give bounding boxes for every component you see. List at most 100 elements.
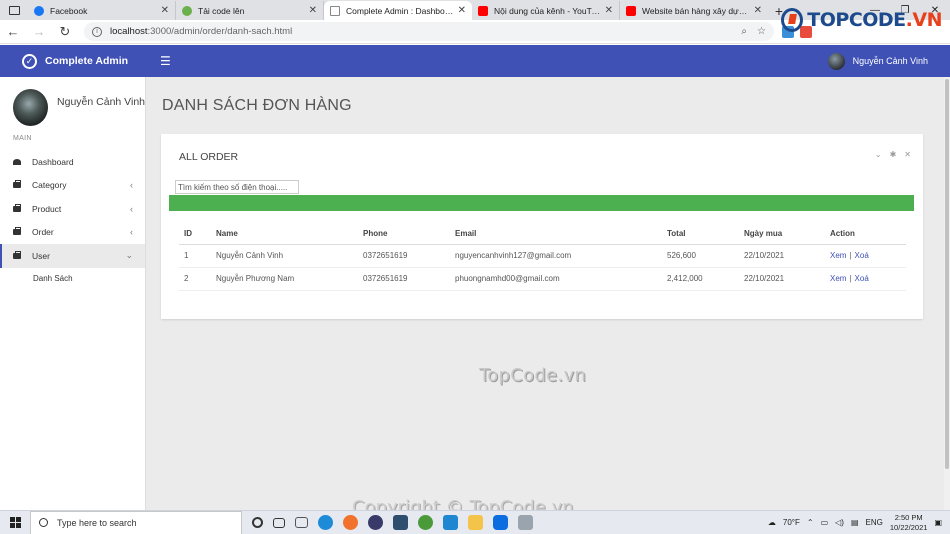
app-icon[interactable] [393,515,408,530]
view-link[interactable]: Xem [830,274,846,283]
vertical-scrollbar[interactable] [944,77,950,510]
sidebar-item-dashboard[interactable]: Dashboard [0,150,145,174]
view-link[interactable]: Xem [830,251,846,260]
site-icon [182,5,192,16]
avatar [827,52,845,70]
clock-time: 2:50 PM [894,512,923,522]
close-icon[interactable]: ✕ [904,150,911,159]
sidebar-subitem-danh-sach[interactable]: Danh Sách [0,268,145,290]
cell-total: 2,412,000 [662,267,739,291]
system-tray: ☁ 70°F ⌃ ▭ ◁) ▤ ENG 2:50 PM 10/22/2021 ▣ [768,513,950,533]
zoom-icon[interactable]: ⌕ [741,26,747,37]
brand[interactable]: ✓ Complete Admin [0,53,145,69]
column-header: Total [662,223,739,245]
tab-title: Tải code lên [198,5,245,16]
menu-toggle-icon[interactable]: ☰ [160,54,171,68]
app-icon[interactable] [368,515,383,530]
sidebar-item-product[interactable]: Product ‹ [0,197,145,221]
chevron-left-icon: ‹ [130,180,133,191]
cell-total: 526,600 [662,244,739,268]
phone-search-input[interactable] [175,180,299,194]
delete-link[interactable]: Xoá [855,251,869,260]
windows-icon [9,517,21,528]
column-header: ID [179,223,211,245]
taskbar-search[interactable]: Type here to search [30,510,242,534]
watermark-text: TopCode.vn [479,365,587,386]
cell-phone: 0372651619 [358,244,450,268]
info-icon[interactable]: i [92,26,102,37]
network-icon[interactable]: ▭ [821,518,829,527]
profile-name: Nguyễn Cảnh Vinh [57,96,145,108]
bookmark-icon[interactable]: ☆ [757,26,766,37]
clock[interactable]: 2:50 PM 10/22/2021 [890,513,928,533]
cell-phone: 0372651619 [358,267,450,291]
app-icon[interactable] [418,515,433,530]
volume-icon[interactable]: ◁) [835,518,844,527]
close-icon[interactable]: ✕ [309,5,317,16]
app-icon[interactable] [295,517,308,528]
topcode-logo-icon [781,8,804,32]
scrollbar-thumb[interactable] [945,79,949,469]
tab-title: Website bán hàng xây dựng bằn [642,5,750,16]
widgets-icon[interactable] [273,517,285,528]
browser-tab-active[interactable]: Complete Admin : Dashboard ✕ [324,1,472,20]
close-icon[interactable]: ✕ [754,5,762,16]
column-header: Action [825,223,906,245]
browser-tab[interactable]: Website bán hàng xây dựng bằn ✕ [620,1,768,20]
edge-icon[interactable] [318,515,333,530]
cell-date: 22/10/2021 [739,244,825,268]
weather-icon[interactable]: ☁ [768,518,776,527]
forward-icon[interactable]: → [26,20,52,44]
cell-email: phuongnamhd00@gmail.com [450,267,662,291]
browser-tab[interactable]: Facebook ✕ [28,1,176,20]
close-icon[interactable]: ✕ [458,5,466,16]
reload-icon[interactable]: ↻ [52,20,78,44]
app-icon[interactable] [343,515,358,530]
back-icon[interactable]: ← [0,20,26,44]
table-row: 2 Nguyễn Phương Nam 0372651619 phuongnam… [179,267,906,291]
cell-id: 2 [179,267,211,291]
language-indicator[interactable]: ENG [866,518,883,527]
page-title: DANH SÁCH ĐƠN HÀNG [162,97,352,114]
app-header: ✓ Complete Admin ☰ Nguyễn Cảnh Vinh [0,45,950,77]
briefcase-icon [13,227,21,236]
task-view-icon[interactable] [252,517,263,528]
notifications-icon[interactable]: ▣ [934,518,942,527]
sidebar-item-category[interactable]: Category ‹ [0,174,145,198]
browser-tab[interactable]: Tải code lên ✕ [176,1,324,20]
close-icon[interactable]: ✕ [605,5,613,16]
vscode-icon[interactable] [443,515,458,530]
notification-center-icon[interactable]: ▤ [851,518,859,527]
taskbar-apps [252,515,533,530]
youtube-icon [626,5,636,16]
cell-email: nguyencanhvinh127@gmail.com [450,244,662,268]
zalo-icon[interactable] [493,515,508,530]
card-title: ALL ORDER [179,151,239,163]
weather-temp[interactable]: 70°F [783,518,800,527]
sidebar-item-label: Order [32,227,54,238]
main-content: DANH SÁCH ĐƠN HÀNG ALL ORDER ⌄ ✱ ✕ ID Na… [146,77,950,518]
avatar [13,89,49,126]
url-field[interactable]: i localhost:3000/admin/order/danh-sach.h… [84,22,774,41]
collapse-icon[interactable]: ⌄ [875,150,882,159]
tab-actions-icon[interactable] [0,0,28,20]
browser-tab[interactable]: Nội dung của kênh - YouTube Stu ✕ [472,1,620,20]
start-button[interactable] [0,511,30,534]
tab-title: Facebook [50,5,88,16]
column-header: Email [450,223,662,245]
app-icon[interactable] [518,515,533,530]
orders-card: ALL ORDER ⌄ ✱ ✕ ID Name Phone Email Tota… [161,134,923,319]
file-explorer-icon[interactable] [468,515,483,530]
green-banner [169,195,914,211]
gear-icon[interactable]: ✱ [890,150,897,159]
delete-link[interactable]: Xoá [855,274,869,283]
chevron-up-icon[interactable]: ⌃ [807,518,814,527]
close-icon[interactable]: ✕ [161,5,169,16]
topcode-logo: TOPCODE.VN [781,8,943,32]
table-row: 1 Nguyễn Cảnh Vinh 0372651619 nguyencanh… [179,244,906,268]
sidebar-item-user[interactable]: User ⌄ [0,244,145,268]
header-user[interactable]: Nguyễn Cảnh Vinh [827,52,928,70]
search-icon [39,518,48,527]
header-user-name: Nguyễn Cảnh Vinh [852,56,928,66]
sidebar-item-order[interactable]: Order ‹ [0,221,145,245]
